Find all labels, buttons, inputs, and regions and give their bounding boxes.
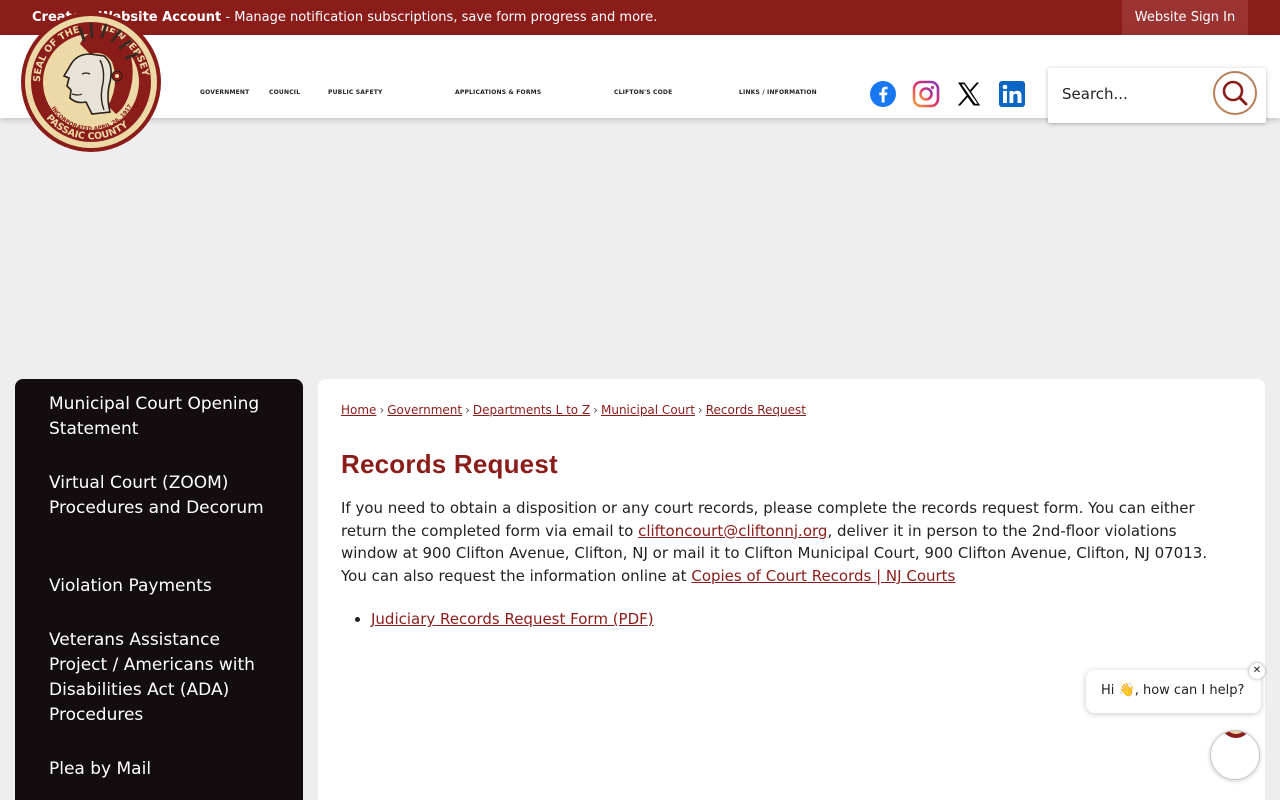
breadcrumb-records-request[interactable]: Records Request <box>706 403 806 417</box>
instagram-icon[interactable] <box>912 80 940 108</box>
x-icon[interactable] <box>955 80 983 108</box>
chat-launcher-button[interactable] <box>1210 730 1260 780</box>
sidebar-item-violation-payments[interactable]: Violation Payments <box>49 574 279 599</box>
website-sign-in-button[interactable]: Website Sign In <box>1122 0 1248 35</box>
document-list: Judiciary Records Request Form (PDF) <box>371 610 654 628</box>
sidebar-item-veterans-ada-procedures[interactable]: Veterans Assistance Project / Americans … <box>49 628 279 728</box>
sidebar-navigation: Municipal Court Opening Statement Virtua… <box>15 379 303 800</box>
chat-avatar-icon <box>1223 731 1249 738</box>
sidebar-item-virtual-court-procedures[interactable]: Virtual Court (ZOOM) Procedures and Deco… <box>49 471 279 521</box>
linkedin-icon[interactable] <box>998 80 1026 108</box>
page-title: Records Request <box>341 449 558 479</box>
nav-item-links-information[interactable]: LINKS / INFORMATION <box>739 89 817 96</box>
main-content: Home › Government › Departments L to Z › Munic… <box>318 379 1265 800</box>
breadcrumb-government[interactable]: Government <box>387 403 462 417</box>
sidebar-item-plea-by-mail[interactable]: Plea by Mail <box>49 757 279 782</box>
breadcrumb-separator: › <box>465 403 470 417</box>
search-button[interactable] <box>1213 71 1257 115</box>
facebook-icon[interactable] <box>869 80 897 108</box>
chat-greeting-text: Hi 👋, how can I help? <box>1101 683 1245 698</box>
nav-item-cliftons-code[interactable]: CLIFTON'S CODE <box>614 89 672 96</box>
chat-close-icon[interactable]: ✕ <box>1249 663 1265 679</box>
site-header: GOVERNMENT COUNCIL PUBLIC SAFETY APPLICA… <box>0 35 1280 123</box>
search-input[interactable] <box>1062 82 1212 106</box>
list-item: Judiciary Records Request Form (PDF) <box>371 610 654 628</box>
nj-courts-records-link[interactable]: Copies of Court Records | NJ Courts <box>691 567 955 585</box>
nav-item-applications-forms[interactable]: APPLICATIONS & FORMS <box>455 89 541 96</box>
breadcrumb-home[interactable]: Home <box>341 403 376 417</box>
records-request-paragraph: If you need to obtain a disposition or a… <box>341 497 1231 588</box>
search-icon <box>1222 80 1248 106</box>
sidebar-item-municipal-court-opening-statement[interactable]: Municipal Court Opening Statement <box>49 392 279 442</box>
breadcrumb-separator: › <box>697 403 703 417</box>
court-email-link[interactable]: cliftoncourt@cliftonnj.org <box>638 522 827 540</box>
breadcrumb-departments-l-to-z[interactable]: Departments L to Z <box>473 403 590 417</box>
nav-item-council[interactable]: COUNCIL <box>269 89 300 96</box>
city-seal-logo[interactable]: SEAL OF THE NEW JERSEY PASSAIC COUNTY IN… <box>20 10 163 155</box>
site-search <box>1048 68 1266 123</box>
judiciary-records-request-form-link[interactable]: Judiciary Records Request Form (PDF) <box>371 610 654 628</box>
chat-greeting-bubble[interactable]: Hi 👋, how can I help? <box>1086 670 1261 713</box>
nav-item-public-safety[interactable]: PUBLIC SAFETY <box>328 89 383 96</box>
breadcrumb-separator: › <box>379 403 385 417</box>
nav-item-government[interactable]: GOVERNMENT <box>200 89 249 96</box>
breadcrumb-separator: › <box>593 403 598 417</box>
breadcrumb-municipal-court[interactable]: Municipal Court <box>601 403 695 417</box>
breadcrumb: Home › Government › Departments L to Z › Munic… <box>341 403 806 417</box>
create-account-description: - Manage notification subscriptions, sav… <box>221 10 658 25</box>
notification-bar: Create a Website Account - Manage notifi… <box>0 0 1280 35</box>
